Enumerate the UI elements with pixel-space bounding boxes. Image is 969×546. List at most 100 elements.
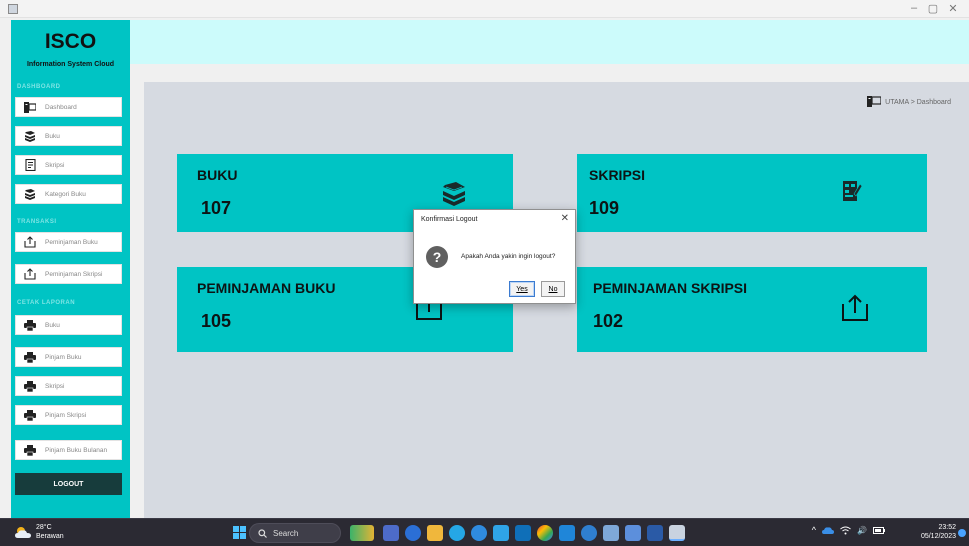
notification-icon[interactable] — [958, 529, 966, 537]
upload-icon — [23, 236, 37, 248]
close-window-button[interactable]: ✕ — [944, 2, 962, 15]
taskbar-app-word[interactable] — [647, 525, 663, 541]
taskbar-app-store[interactable] — [493, 525, 509, 541]
search-label: Search — [273, 528, 299, 538]
sidebar-item-pinjam-buku[interactable]: Pinjam Buku — [15, 347, 122, 367]
card-skripsi: SKRIPSI 109 — [577, 154, 927, 232]
sidebar-item-label: Buku — [45, 321, 60, 329]
taskbar-app-vscode[interactable] — [559, 525, 575, 541]
taskbar-app-java[interactable] — [669, 525, 685, 541]
sidebar-item-label: Buku — [45, 132, 60, 140]
taskbar-app-chrome[interactable] — [537, 525, 553, 541]
sidebar-item-buku[interactable]: Buku — [15, 126, 122, 146]
taskbar-app-task-view[interactable] — [383, 525, 399, 541]
sidebar-item-dashboard[interactable]: Dashboard — [15, 97, 122, 117]
sidebar-item-skripsi[interactable]: Skripsi — [15, 155, 122, 175]
sidebar-item-cetak-buku[interactable]: Buku — [15, 315, 122, 335]
windows-logo-icon — [233, 526, 246, 539]
weather-temp: 28°C — [36, 524, 52, 531]
monitor-icon — [867, 96, 882, 109]
sidebar-item-cetak-skripsi[interactable]: Skripsi — [15, 376, 122, 396]
minimize-button[interactable]: – — [905, 2, 923, 14]
section-label-dashboard: DASHBOARD — [17, 84, 61, 90]
dialog-title: Konfirmasi Logout — [421, 216, 478, 223]
clock-date: 05/12/2023 — [920, 533, 956, 540]
card-title: PEMINJAMAN SKRIPSI — [593, 280, 748, 296]
taskbar-clock[interactable]: 23:52 05/12/2023 — [921, 523, 956, 541]
taskbar-app-tool[interactable] — [581, 525, 597, 541]
onedrive-icon[interactable] — [822, 525, 835, 535]
sidebar-item-label: Kategori Buku — [45, 190, 86, 198]
wifi-icon[interactable] — [840, 526, 851, 535]
logout-button[interactable]: LOGOUT — [15, 473, 122, 495]
sidebar-item-kategori-buku[interactable]: Kategori Buku — [15, 184, 122, 204]
dialog-close-button[interactable]: ✕ — [561, 213, 569, 224]
printer-icon — [23, 380, 37, 392]
taskbar-app-widgets[interactable] — [350, 525, 374, 541]
system-tray: ^ 🔊 — [812, 525, 885, 535]
card-value: 109 — [589, 198, 620, 218]
taskbar-app-file-explorer[interactable] — [427, 525, 443, 541]
printer-icon — [23, 319, 37, 331]
books-icon — [23, 188, 37, 200]
window-titlebar: – ▢ ✕ — [0, 0, 969, 18]
question-icon: ? — [426, 246, 448, 268]
battery-icon[interactable] — [873, 526, 885, 534]
taskbar-app-chat[interactable] — [405, 525, 421, 541]
books-icon — [23, 130, 37, 142]
dialog-message: Apakah Anda yakin ingin logout? — [461, 253, 556, 260]
taskbar-search[interactable]: Search — [249, 523, 341, 543]
tray-chevron-icon[interactable]: ^ — [812, 525, 816, 535]
card-value: 102 — [593, 311, 624, 331]
upload-icon — [23, 268, 37, 280]
sidebar-item-label: Peminjaman Buku — [45, 238, 98, 246]
taskbar-app-database[interactable] — [603, 525, 619, 541]
card-title: BUKU — [197, 167, 238, 183]
upload-icon — [841, 294, 869, 327]
header-bar — [130, 20, 969, 64]
document-icon — [23, 159, 37, 171]
card-value: 105 — [201, 311, 232, 331]
card-title: SKRIPSI — [589, 167, 646, 183]
card-peminjaman-skripsi: PEMINJAMAN SKRIPSI 102 — [577, 267, 927, 352]
section-label-cetak-laporan: CETAK LAPORAN — [17, 300, 76, 306]
printer-icon — [23, 409, 37, 421]
no-button[interactable]: No — [541, 281, 565, 297]
sidebar-item-label: Pinjam Skripsi — [45, 411, 87, 419]
cloud-sun-icon — [15, 527, 31, 538]
taskbar: 28°C Berawan Search ^ 🔊 23:52 05/12/2023 — [0, 518, 969, 546]
sidebar-item-peminjaman-skripsi[interactable]: Peminjaman Skripsi — [15, 264, 122, 284]
printer-icon — [23, 351, 37, 363]
sidebar-item-label: Skripsi — [45, 161, 65, 169]
sidebar-item-pinjam-buku-bulanan[interactable]: Pinjam Buku Bulanan — [15, 440, 122, 460]
yes-button[interactable]: Yes — [509, 281, 535, 297]
maximize-button[interactable]: ▢ — [924, 2, 942, 15]
taskbar-app-edge[interactable] — [449, 525, 465, 541]
search-icon — [258, 528, 267, 538]
sidebar-item-pinjam-skripsi[interactable]: Pinjam Skripsi — [15, 405, 122, 425]
weather-widget[interactable]: 28°C Berawan — [14, 523, 64, 541]
app-icon — [8, 4, 18, 14]
section-label-transaksi: TRANSAKSI — [17, 219, 57, 225]
sidebar-item-label: Pinjam Buku — [45, 353, 82, 361]
brand-subtitle: Information System Cloud — [26, 61, 115, 68]
clock-time: 23:52 — [938, 524, 956, 531]
sidebar-item-label: Pinjam Buku Bulanan — [45, 446, 108, 454]
taskbar-app-explorer2[interactable] — [515, 525, 531, 541]
sidebar: ISCO Information System Cloud DASHBOARD … — [11, 20, 130, 518]
taskbar-app-security[interactable] — [625, 525, 641, 541]
card-value: 107 — [201, 198, 232, 218]
breadcrumb: UTAMA > Dashboard — [867, 96, 951, 109]
sidebar-item-label: Peminjaman Skripsi — [45, 270, 103, 278]
sidebar-item-label: Skripsi — [45, 382, 65, 390]
windows-start-button[interactable] — [233, 526, 246, 544]
breadcrumb-text: UTAMA > Dashboard — [885, 99, 951, 106]
books-icon — [441, 182, 467, 211]
logout-confirm-dialog: Konfirmasi Logout ✕ ? Apakah Anda yakin … — [413, 209, 576, 304]
card-title: PEMINJAMAN BUKU — [197, 280, 336, 296]
taskbar-app-browser[interactable] — [471, 525, 487, 541]
volume-icon[interactable]: 🔊 — [857, 526, 867, 535]
sidebar-item-label: Dashboard — [45, 103, 77, 111]
sidebar-item-peminjaman-buku[interactable]: Peminjaman Buku — [15, 232, 122, 252]
brand-title: ISCO — [44, 30, 97, 53]
